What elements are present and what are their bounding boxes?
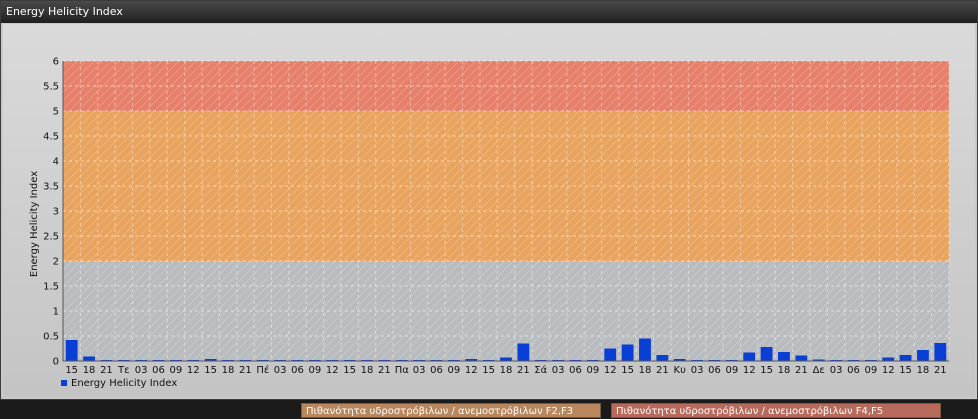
bar [917, 350, 929, 361]
x-tick-label: 21 [934, 365, 947, 376]
y-tick-label: 3.5 [43, 182, 59, 193]
y-tick-label: 0.5 [43, 332, 59, 343]
x-tick-label: 15 [343, 365, 356, 376]
bar [778, 352, 790, 361]
x-tick-label: 06 [291, 365, 304, 376]
x-tick-label: 15 [65, 365, 78, 376]
x-tick-label: 12 [465, 365, 478, 376]
x-tick-label: 21 [378, 365, 391, 376]
bar [500, 357, 512, 361]
x-tick-label: Πα [395, 365, 410, 376]
chart-svg: 0 0.5 1 1.5 2 2.5 3 3.5 4 4.5 5 5.5 6 15 18 21 Τε 03 06 09 1… [29, 57, 950, 376]
x-tick-label: 12 [743, 365, 756, 376]
bar [621, 344, 634, 361]
x-tick-label: 15 [899, 365, 912, 376]
bar [882, 357, 895, 361]
x-tick-label: 18 [639, 365, 652, 376]
x-tick-label: 03 [830, 365, 843, 376]
x-tick-label: Τε [117, 365, 130, 376]
x-tick-label: 18 [778, 365, 791, 376]
bar [795, 355, 808, 361]
y-tick-label: 5.5 [43, 82, 59, 93]
x-tick-label: 09 [586, 365, 599, 376]
y-axis-label: Energy Helicity Index [29, 171, 40, 277]
x-tick-label: 09 [725, 365, 738, 376]
bar [65, 340, 78, 361]
y-tick-label: 2 [53, 257, 59, 268]
window-title: Energy Helicity Index [1, 1, 977, 23]
x-tick-label: 21 [100, 365, 113, 376]
x-tick-label: 15 [204, 365, 217, 376]
x-tick-label: Δε [813, 365, 825, 376]
bar [83, 356, 95, 361]
y-tick-label: 0 [53, 357, 59, 368]
y-tick-label: 1 [53, 307, 59, 318]
legend-swatch-icon [61, 380, 67, 386]
x-tick-label: 18 [361, 365, 374, 376]
x-tick-label: 06 [152, 365, 165, 376]
y-tick-label: 4.5 [43, 132, 59, 143]
x-tick-label: 15 [760, 365, 773, 376]
chart-area: 0 0.5 1 1.5 2 2.5 3 3.5 4 4.5 5 5.5 6 15 18 21 Τε 03 06 09 1… [3, 24, 975, 418]
x-tick-label: 09 [309, 365, 322, 376]
x-tick-label: 18 [917, 365, 930, 376]
legend-item[interactable]: Energy Helicity Index [61, 376, 177, 392]
y-tick-label: 4 [53, 157, 59, 168]
x-tick-label: 03 [413, 365, 426, 376]
x-tick-label: Σά [534, 364, 547, 376]
y-tick-label: 1.5 [43, 282, 59, 293]
bar [517, 343, 530, 361]
x-tick-label: Κυ [674, 365, 687, 376]
x-tick-label: 06 [708, 365, 721, 376]
x-tick-label: 15 [482, 365, 495, 376]
x-tick-label: 12 [882, 365, 895, 376]
band-label-f4f5: Πιθανότητα υδροστρόβιλων / ανεμοστρόβιλω… [611, 403, 941, 418]
x-tick-label: 18 [500, 365, 513, 376]
band-label-f2f3: Πιθανότητα υδροστρόβιλων / ανεμοστρόβιλω… [301, 403, 601, 418]
bar [639, 338, 651, 361]
x-tick-label: 21 [656, 365, 669, 376]
bar [604, 348, 617, 361]
x-tick-label: 12 [326, 365, 339, 376]
bar [656, 355, 669, 361]
x-tick-label: 21 [795, 365, 808, 376]
y-tick-label: 6 [53, 57, 59, 68]
x-tick-label: 03 [135, 365, 148, 376]
x-tick-label: 21 [517, 365, 530, 376]
x-tick-label: 09 [864, 365, 877, 376]
x-tick-label: 06 [569, 365, 582, 376]
x-tick-label: 03 [552, 365, 565, 376]
x-tick-label: 03 [274, 365, 287, 376]
x-tick-label: 12 [604, 365, 617, 376]
bar [743, 352, 756, 361]
x-tick-label: 12 [187, 365, 200, 376]
y-tick-label: 2.5 [43, 232, 59, 243]
x-tick-label: 09 [170, 365, 183, 376]
x-tick-label: 06 [430, 365, 443, 376]
bar [899, 355, 912, 361]
x-tick-label: 18 [222, 365, 235, 376]
x-tick-label: 03 [691, 365, 704, 376]
x-tick-label: 18 [83, 365, 96, 376]
y-tick-label: 5 [53, 107, 59, 118]
x-tick-label: Πέ [256, 364, 269, 376]
chart-panel: Energy Helicity Index 0 0.5 1 1.5 2 2.5 3 3.5 4 4… [0, 0, 978, 418]
bar [934, 343, 947, 361]
y-tick-label: 3 [53, 207, 59, 218]
legend-label: Energy Helicity Index [71, 378, 178, 389]
x-tick-label: 06 [847, 365, 860, 376]
x-tick-label: 15 [621, 365, 634, 376]
x-tick-label: 21 [239, 365, 252, 376]
x-tick-label: 09 [448, 365, 461, 376]
bar [760, 347, 773, 361]
